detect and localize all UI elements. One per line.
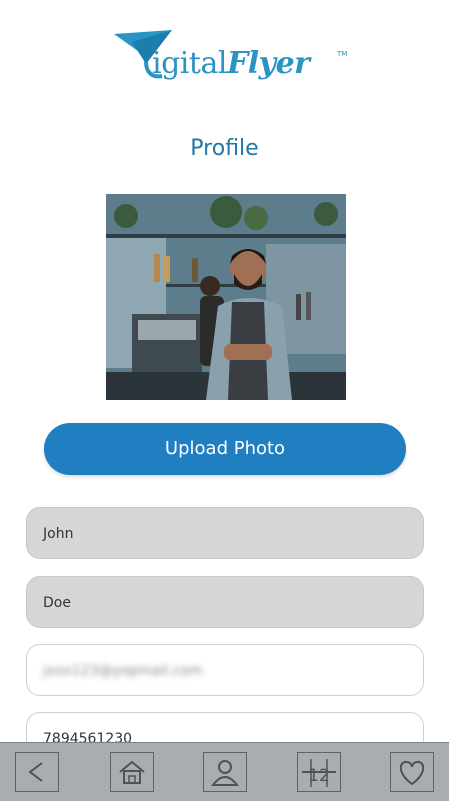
heart-icon [399, 761, 425, 786]
logo-wordmark: igitalFlyer [152, 46, 310, 81]
calendar-icon: 12 [302, 759, 336, 787]
first-name-field[interactable]: John [26, 507, 424, 559]
upload-photo-button[interactable]: Upload Photo [44, 423, 406, 475]
profile-button[interactable] [203, 752, 247, 792]
page-title: Profile [190, 136, 259, 161]
profile-icon [210, 760, 240, 786]
email-value: jxxx123@yopmail.com [43, 663, 203, 679]
back-button[interactable] [15, 752, 59, 792]
last-name-field[interactable]: Doe [26, 576, 424, 628]
home-icon [119, 760, 145, 784]
calendar-button[interactable]: 12 [297, 752, 341, 792]
favorites-button[interactable] [390, 752, 434, 792]
home-button[interactable] [110, 752, 154, 792]
digital-flyer-logo: igitalFlyer TM [112, 28, 347, 94]
bottom-navigation-bar: 12 [0, 742, 449, 801]
profile-photo-image [106, 194, 346, 400]
email-field[interactable]: jxxx123@yopmail.com [26, 644, 424, 696]
profile-photo [106, 194, 346, 400]
calendar-day-label: 12 [308, 766, 330, 786]
trademark-mark: TM [337, 50, 348, 58]
back-icon [28, 762, 43, 782]
